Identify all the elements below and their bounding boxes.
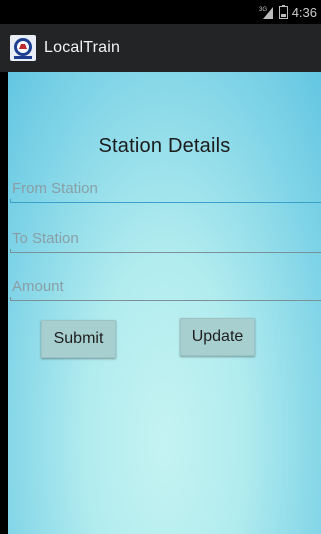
to-station-underline bbox=[10, 252, 321, 253]
indian-railways-logo-icon[interactable] bbox=[10, 35, 36, 61]
amount-underline bbox=[10, 300, 321, 301]
to-station-input[interactable] bbox=[10, 226, 321, 250]
signal-icon: 3G bbox=[259, 5, 275, 19]
amount-input[interactable] bbox=[10, 274, 321, 298]
status-time: 4:36 bbox=[291, 4, 317, 20]
from-station-underline-tick bbox=[10, 199, 11, 203]
amount-underline-tick bbox=[10, 297, 11, 301]
action-bar: LocalTrain bbox=[0, 24, 321, 72]
submit-button[interactable]: Submit bbox=[41, 320, 116, 358]
battery-icon bbox=[278, 5, 288, 19]
update-button[interactable]: Update bbox=[180, 318, 255, 356]
from-station-input[interactable] bbox=[10, 176, 321, 200]
from-station-underline bbox=[10, 202, 321, 203]
page-title: Station Details bbox=[98, 135, 231, 157]
to-station-underline-tick bbox=[10, 249, 11, 253]
svg-text:3G: 3G bbox=[259, 7, 267, 13]
station-details-screen: Station Details Submit Update bbox=[8, 72, 321, 534]
status-bar: 3G 4:36 bbox=[0, 0, 321, 24]
app-title: LocalTrain bbox=[44, 39, 121, 56]
